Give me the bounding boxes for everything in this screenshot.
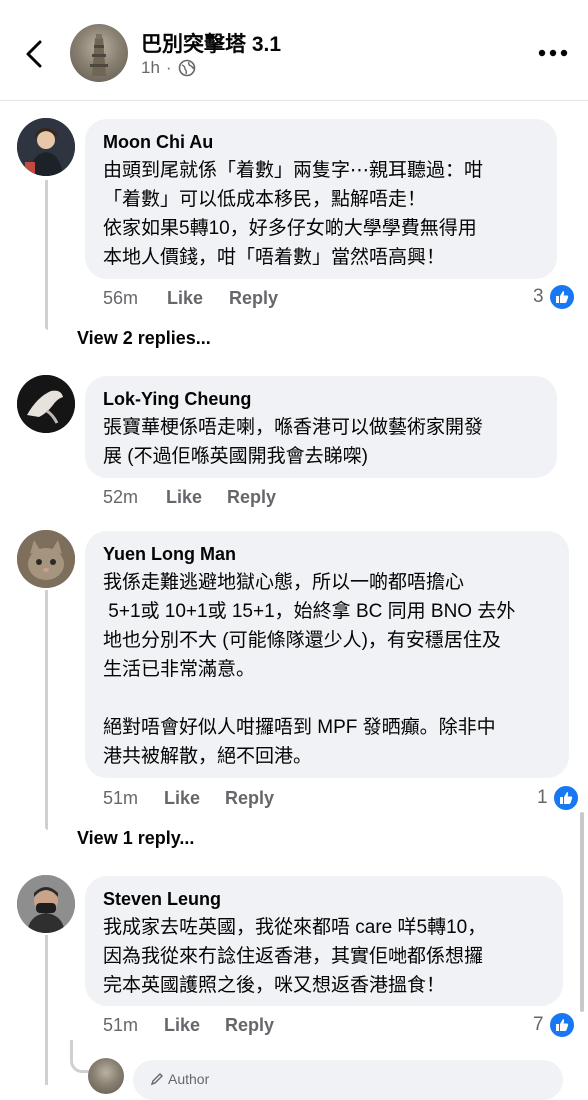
scrollbar[interactable]: [580, 812, 584, 1012]
post-meta: 1h ·: [141, 58, 196, 78]
avatar[interactable]: [17, 875, 75, 933]
pencil-icon: [150, 1073, 163, 1086]
comment-time: 51m: [103, 788, 139, 808]
thread-line: [45, 935, 48, 1085]
comment-time: 52m: [103, 487, 139, 507]
comment-text: 我係走難逃避地獄心態，所以一啲都唔擔心 5+1或 10+1或 15+1，始終拿 …: [103, 572, 516, 767]
more-options-icon[interactable]: [537, 48, 569, 58]
reaction-summary[interactable]: 7: [533, 1011, 576, 1039]
like-reaction-icon: [547, 283, 576, 311]
comment-author[interactable]: Steven Leung: [103, 887, 545, 911]
comment-actions: 56m Like Reply: [103, 288, 278, 309]
post-header: 巴別突擊塔 3.1 1h ·: [0, 0, 588, 101]
avatar[interactable]: [17, 375, 75, 433]
comment-author[interactable]: Lok-Ying Cheung: [103, 387, 539, 411]
page-avatar[interactable]: [70, 24, 128, 82]
author-badge: Author: [150, 1071, 209, 1087]
reaction-count: 3: [533, 286, 544, 307]
hand-photo-icon: [17, 375, 75, 433]
view-replies-link[interactable]: View 2 replies...: [77, 328, 211, 349]
avatar[interactable]: [17, 118, 75, 176]
like-reaction-icon: [551, 784, 580, 812]
like-reaction-icon: [547, 1011, 576, 1039]
reaction-summary[interactable]: 1: [537, 784, 580, 812]
thread-line: [45, 590, 48, 830]
author-reply-avatar[interactable]: [88, 1058, 124, 1094]
like-button[interactable]: Like: [164, 1015, 225, 1036]
comment-text: 張寶華梗係唔走喇，喺香港可以做藝術家開發 展 (不過佢喺英國開我會去睇㗎): [103, 417, 484, 467]
view-replies-link[interactable]: View 1 reply...: [77, 828, 194, 849]
like-button[interactable]: Like: [166, 487, 227, 508]
reply-button[interactable]: Reply: [225, 1015, 274, 1036]
comment-bubble[interactable]: Yuen Long Man 我係走難逃避地獄心態，所以一啲都唔擔心 5+1或 1…: [85, 531, 569, 778]
author-label: Author: [168, 1071, 210, 1087]
comment-actions: 51m Like Reply: [103, 788, 274, 809]
reply-button[interactable]: Reply: [225, 788, 274, 809]
like-button[interactable]: Like: [164, 788, 225, 809]
reply-button[interactable]: Reply: [229, 288, 278, 309]
page-title[interactable]: 巴別突擊塔 3.1: [141, 28, 281, 58]
comment-bubble[interactable]: Lok-Ying Cheung 張寶華梗係唔走喇，喺香港可以做藝術家開發 展 (…: [85, 376, 557, 478]
like-button[interactable]: Like: [167, 288, 229, 309]
person-with-mask-avatar-icon: [17, 875, 75, 933]
tower-of-babel-icon: [90, 34, 108, 76]
comment-author[interactable]: Yuen Long Man: [103, 542, 551, 566]
comment-bubble[interactable]: Steven Leung 我成家去咗英國，我從來都唔 care 咩5轉10， 因…: [85, 876, 563, 1006]
thread-line: [45, 180, 48, 330]
back-arrow-icon[interactable]: [20, 36, 50, 72]
reaction-summary[interactable]: 3: [533, 283, 576, 311]
comment-time: 56m: [103, 288, 139, 308]
comment-time: 51m: [103, 1015, 139, 1035]
reply-button[interactable]: Reply: [227, 487, 276, 508]
person-avatar-icon: [17, 118, 75, 176]
post-time: 1h: [141, 58, 160, 77]
comment-author[interactable]: Moon Chi Au: [103, 130, 539, 154]
comment-actions: 52m Like Reply: [103, 487, 276, 508]
globe-icon: [178, 59, 195, 77]
comment-actions: 51m Like Reply: [103, 1015, 274, 1036]
comment-bubble[interactable]: Moon Chi Au 由頭到尾就係「着數」兩隻字⋯親耳聽過：咁 「着數」可以低…: [85, 119, 557, 279]
reaction-count: 1: [537, 787, 548, 808]
comment-text: 由頭到尾就係「着數」兩隻字⋯親耳聽過：咁 「着數」可以低成本移民，點解唔走！ 依…: [103, 160, 484, 268]
avatar[interactable]: [17, 530, 75, 588]
cat-avatar-icon: [17, 530, 75, 588]
comment-text: 我成家去咗英國，我從來都唔 care 咩5轉10， 因為我從來冇諗住返香港，其實…: [103, 917, 487, 996]
reaction-count: 7: [533, 1014, 544, 1035]
